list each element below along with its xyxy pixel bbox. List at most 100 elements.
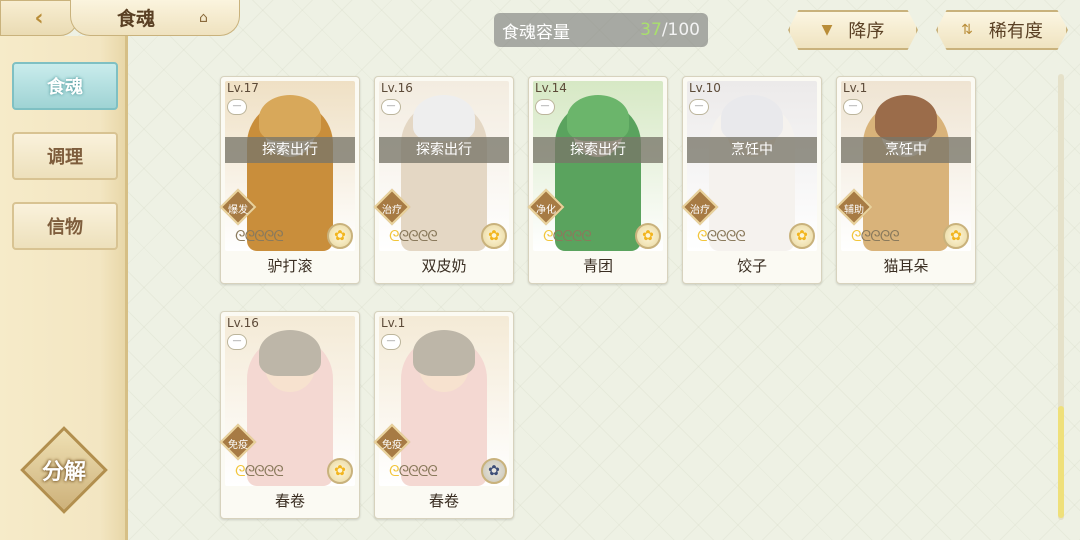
role-badge: 免疫 [219, 423, 257, 461]
star-swirl-icon: ᘓ [244, 227, 256, 245]
star-swirl-icon: ᘓ [571, 227, 583, 245]
character-hair [567, 95, 629, 141]
role-label: 治疗 [690, 204, 710, 216]
status-banner: 探索出行 [533, 137, 663, 163]
star-swirl-icon: ᘓ [417, 462, 429, 480]
star-swirl-icon: ᘓ [725, 227, 737, 245]
food-soul-card[interactable]: Lv.1 — 免疫 ᘓᘓᘓᘓᘓ ✿ 春卷 [373, 311, 514, 519]
decompose-button[interactable]: 分解 [20, 426, 108, 514]
role-label: 免疫 [382, 439, 402, 451]
star-rating: ᘓᘓᘓᘓᘓ [389, 227, 438, 245]
character-name: 双皮奶 [421, 257, 467, 275]
star-swirl-icon: ᘓ [263, 462, 275, 480]
role-badge: 净化 [527, 188, 565, 226]
star-swirl-icon: ᘓ [273, 227, 284, 245]
star-swirl-icon: ᘓ [398, 227, 410, 245]
star-swirl-icon: ᘓ [581, 227, 592, 245]
character-name: 春卷 [428, 492, 459, 510]
food-soul-card[interactable]: Lv.10— 烹饪中 治疗 ᘓᘓᘓᘓᘓ ✿ 饺子 [681, 76, 822, 284]
capacity-max: /100 [661, 20, 700, 40]
star-swirl-icon: ᘓ [735, 227, 746, 245]
level-label: Lv.10 [689, 81, 721, 95]
back-arrow-icon: ‹ [34, 5, 44, 31]
character-hair [259, 95, 321, 141]
tab-food-souls[interactable]: 食魂 [12, 62, 118, 110]
star-swirl-icon: ᘓ [879, 227, 891, 245]
star-rating: ᘓᘓᘓᘓᘓ [389, 462, 438, 480]
tab-label: 食魂 [47, 77, 83, 98]
food-soul-card[interactable]: Lv.16— 探索出行 治疗 ᘓᘓᘓᘓᘓ ✿ 双皮奶 [373, 76, 514, 284]
chef-hat-icon: — [381, 99, 401, 115]
star-rating: ᘓᘓᘓᘓᘓ [543, 227, 592, 245]
chef-hat-icon: — [381, 334, 401, 350]
food-soul-card[interactable]: Lv.1— 烹饪中 辅助 ᘓᘓᘓᘓᘓ ✿ 猫耳朵 [835, 76, 976, 284]
element-flower-icon: ✿ [327, 458, 353, 484]
character-name: 猫耳朵 [883, 257, 929, 275]
star-swirl-icon: ᘓ [389, 227, 400, 245]
status-banner: 烹饪中 [687, 137, 817, 163]
character-name: 青团 [582, 257, 613, 275]
element-flower-icon: ✿ [481, 458, 507, 484]
food-soul-card[interactable]: Lv.17— 探索出行 爆发 ᘓᘓᘓᘓᘓ ✿ 驴打滚 [219, 76, 360, 284]
scrollbar-thumb[interactable] [1058, 406, 1064, 518]
star-swirl-icon: ᘓ [427, 227, 438, 245]
character-hair [721, 95, 783, 141]
star-swirl-icon: ᘓ [706, 227, 718, 245]
star-swirl-icon: ᘓ [389, 462, 400, 480]
capacity-current: 37 [640, 20, 662, 40]
level-label: Lv.14 [535, 81, 567, 95]
role-badge: 爆发 [219, 188, 257, 226]
role-label: 爆发 [228, 204, 248, 216]
sort-order-button[interactable]: ▼ 降序 [788, 10, 918, 50]
star-swirl-icon: ᘓ [562, 227, 573, 245]
role-label: 免疫 [228, 439, 248, 451]
level-label: Lv.1 [381, 316, 406, 330]
star-swirl-icon: ᘓ [235, 462, 246, 480]
role-badge: 治疗 [681, 188, 719, 226]
status-banner: 烹饪中 [841, 137, 971, 163]
chef-hat-icon: — [227, 334, 247, 350]
star-swirl-icon: ᘓ [254, 462, 265, 480]
sort-by-button[interactable]: ⇅ 稀有度 [936, 10, 1068, 50]
status-banner: 探索出行 [379, 137, 509, 163]
character-hair [413, 95, 475, 141]
role-badge: 免疫 [373, 423, 411, 461]
star-swirl-icon: ᘓ [860, 227, 872, 245]
role-badge: 治疗 [373, 188, 411, 226]
star-swirl-icon: ᘓ [263, 227, 275, 245]
tab-label: 调理 [47, 147, 83, 168]
star-swirl-icon: ᘓ [254, 227, 265, 245]
star-swirl-icon: ᘓ [870, 227, 881, 245]
star-swirl-icon: ᘓ [244, 462, 256, 480]
star-swirl-icon: ᘓ [427, 462, 438, 480]
character-hair [875, 95, 937, 141]
character-hair [259, 330, 321, 376]
character-name: 驴打滚 [267, 257, 313, 275]
star-rating: ᘓᘓᘓᘓᘓ [235, 462, 284, 480]
element-flower-icon: ✿ [789, 223, 815, 249]
star-swirl-icon: ᘓ [408, 227, 419, 245]
element-flower-icon: ✿ [327, 223, 353, 249]
back-button[interactable]: ‹ [0, 0, 78, 36]
character-name: 春卷 [274, 492, 305, 510]
tab-tokens[interactable]: 信物 [12, 202, 118, 250]
star-rating: ᘓᘓᘓᘓᘓ [851, 227, 900, 245]
pavilion-icon[interactable]: ⌂ [199, 10, 208, 26]
capacity-label: 食魂容量 [502, 22, 570, 43]
sort-order-label: 降序 [848, 21, 885, 42]
food-soul-card[interactable]: Lv.16— 免疫 ᘓᘓᘓᘓᘓ ✿ 春卷 [219, 311, 360, 519]
decompose-label: 分解 [41, 459, 86, 485]
star-swirl-icon: ᘓ [273, 462, 284, 480]
sort-by-label: 稀有度 [988, 21, 1043, 42]
level-label: Lv.17 [227, 81, 259, 95]
sort-arrows-icon: ⇅ [961, 22, 973, 38]
role-label: 治疗 [382, 204, 402, 216]
role-label: 净化 [536, 204, 556, 216]
chef-hat-icon: — [535, 99, 555, 115]
capacity-display: 食魂容量 37 /100 [494, 13, 708, 47]
food-soul-card[interactable]: Lv.14— 探索出行 净化 ᘓᘓᘓᘓᘓ ✿ 青团 [527, 76, 668, 284]
star-swirl-icon: ᘓ [543, 227, 554, 245]
tab-conditioning[interactable]: 调理 [12, 132, 118, 180]
chef-hat-icon: — [843, 99, 863, 115]
level-label: Lv.16 [381, 81, 413, 95]
